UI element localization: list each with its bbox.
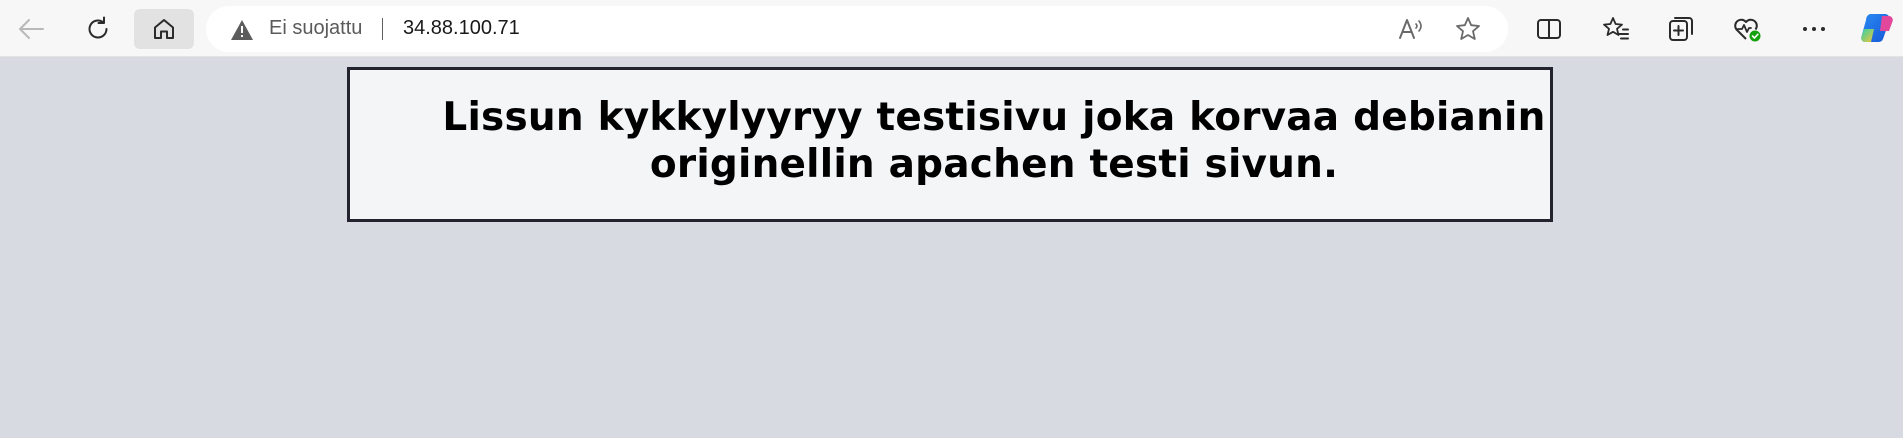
favorites-button[interactable] — [1595, 9, 1637, 49]
home-button[interactable] — [134, 9, 194, 49]
browser-essentials-icon — [1732, 15, 1762, 43]
page-heading-box: Lissun kykkylyyryy testisivu joka korvaa… — [347, 67, 1553, 222]
copilot-icon — [1858, 11, 1896, 47]
address-bar[interactable]: Ei suojattu 34.88.100.71 — [206, 6, 1508, 52]
warning-icon[interactable] — [230, 19, 254, 41]
more-button[interactable] — [1793, 9, 1835, 49]
back-arrow-icon — [17, 17, 45, 41]
copilot-button[interactable] — [1855, 9, 1899, 49]
refresh-icon — [84, 15, 112, 43]
home-icon — [150, 15, 178, 43]
back-button[interactable] — [10, 9, 52, 49]
more-icon — [1801, 25, 1827, 33]
read-aloud-icon[interactable] — [1396, 14, 1426, 44]
collections-button[interactable] — [1660, 9, 1702, 49]
security-status-label[interactable]: Ei suojattu — [269, 17, 362, 40]
star-icon[interactable] — [1453, 14, 1483, 44]
split-screen-button[interactable] — [1528, 9, 1570, 49]
collections-icon — [1667, 15, 1695, 43]
page-heading: Lissun kykkylyyryy testisivu joka korvaa… — [442, 95, 1546, 187]
split-screen-icon — [1535, 16, 1563, 42]
address-separator — [382, 18, 383, 40]
browser-toolbar: Ei suojattu 34.88.100.71 — [0, 0, 1903, 57]
browser-essentials-button[interactable] — [1726, 9, 1768, 49]
url-field[interactable]: 34.88.100.71 — [403, 17, 520, 40]
refresh-button[interactable] — [77, 9, 119, 49]
favorites-icon — [1602, 15, 1630, 43]
